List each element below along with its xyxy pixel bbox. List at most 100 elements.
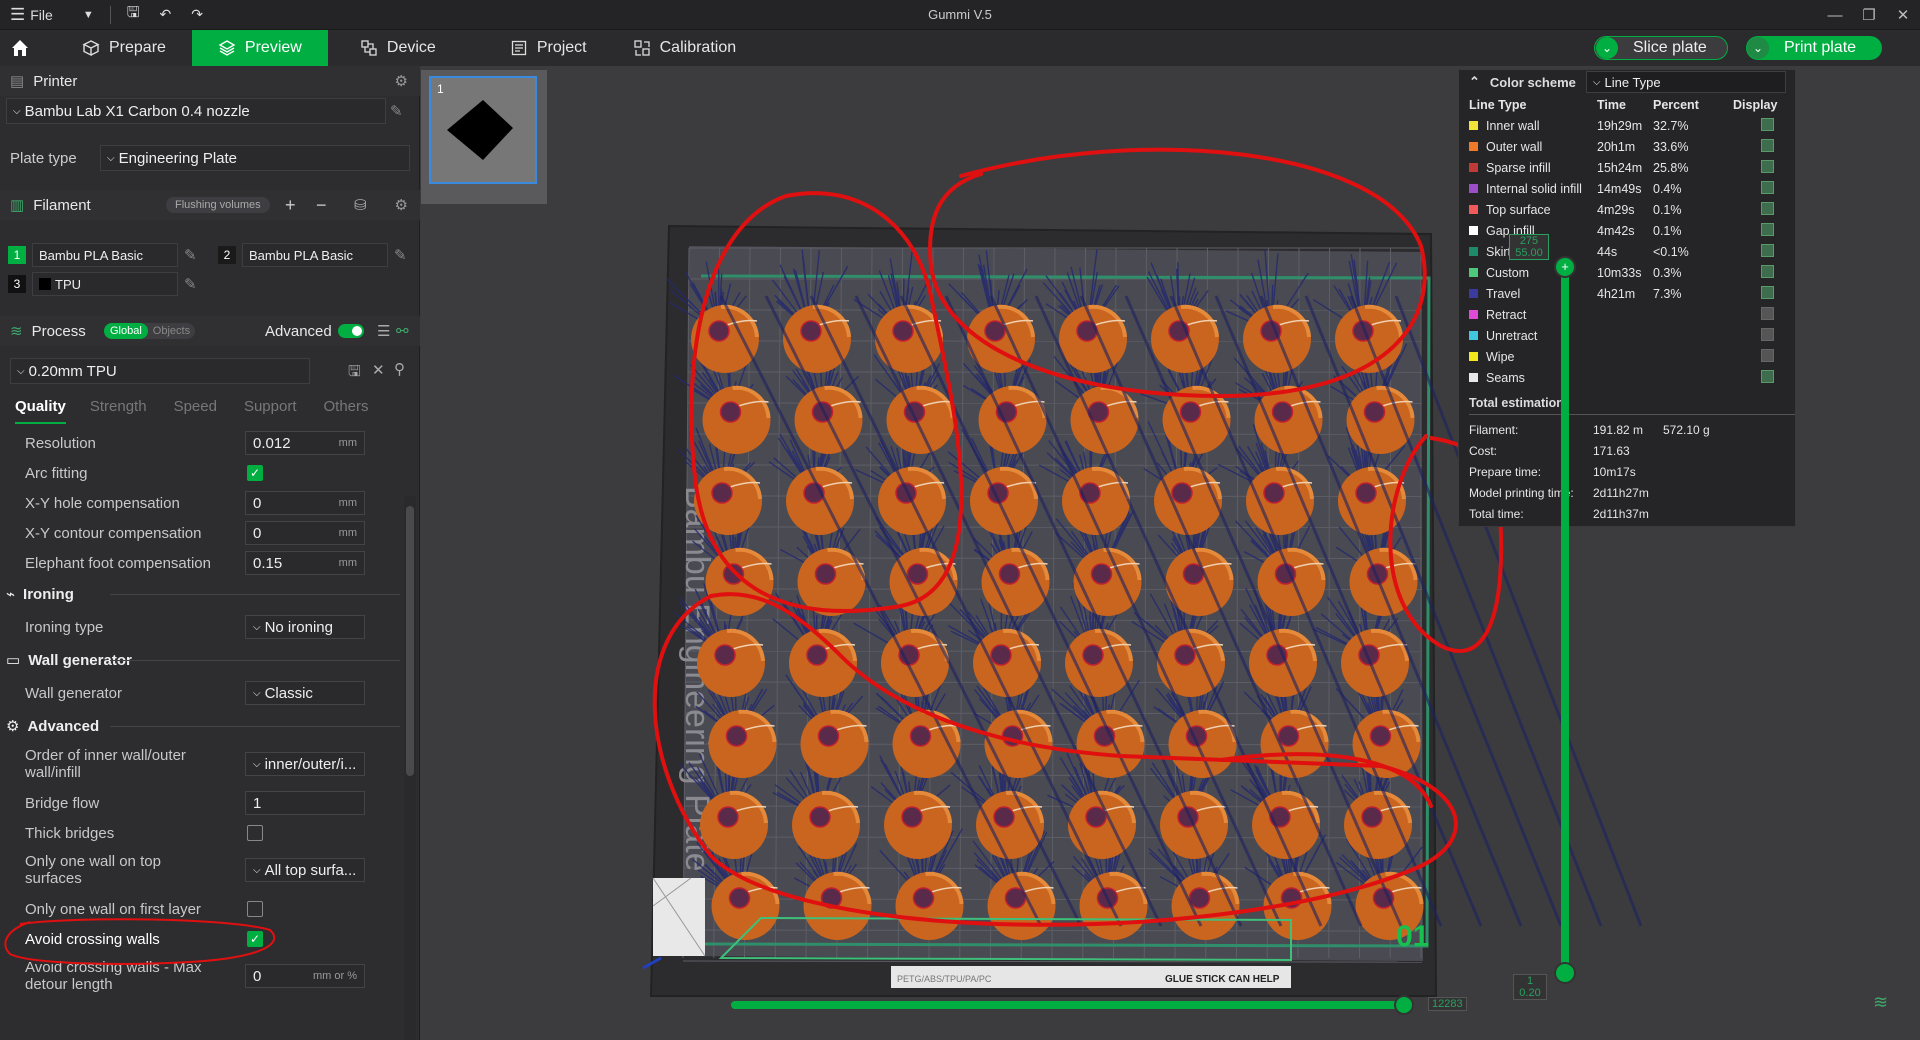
settings-scrollbar[interactable] [404,496,416,1040]
resolution-input[interactable]: 0.012 mm [245,431,365,455]
add-icon[interactable]: + [285,195,296,216]
display-cell [1733,115,1789,136]
close-icon[interactable]: ✕ [1886,0,1920,30]
display-checkbox[interactable] [1761,285,1774,299]
chevron-down-icon[interactable]: ⌄ [1747,37,1769,59]
chevron-down-icon[interactable]: ⌄ [1596,37,1618,59]
filament-2-name[interactable]: Bambu PLA Basic [242,243,388,267]
xy-contour-input[interactable]: 0 mm [245,521,365,545]
percent-cell: 33.6% [1653,139,1689,154]
tab-quality[interactable]: Quality [15,398,66,424]
arc-fitting-checkbox[interactable]: ✓ [247,465,263,481]
filament-1-name[interactable]: Bambu PLA Basic [32,243,178,267]
tab-device[interactable]: Device [342,30,454,66]
save-button[interactable]: 🖫 [117,0,150,30]
display-checkbox[interactable] [1761,264,1774,278]
close-icon[interactable]: ✕ [372,361,385,379]
tab-speed[interactable]: Speed [174,398,217,426]
sync-icon[interactable]: ⛁ [354,196,367,214]
compare-icon[interactable]: ⚯ [396,322,409,340]
home-button[interactable] [0,30,40,66]
tab-project[interactable]: Project [492,30,605,66]
display-checkbox[interactable] [1761,180,1774,194]
slider-track[interactable] [731,1001,1406,1009]
display-checkbox[interactable] [1761,201,1774,215]
edit-icon[interactable]: ✎ [184,275,197,293]
file-menu[interactable]: ☰ File ▼ [0,0,104,30]
display-checkbox[interactable] [1761,159,1774,173]
time-cell [1597,325,1653,346]
tab-preview[interactable]: Preview [191,30,328,66]
tab-support[interactable]: Support [244,398,297,426]
project-icon [511,40,526,56]
slider-track[interactable] [1561,264,1569,972]
scrollbar-thumb[interactable] [406,506,414,776]
display-checkbox[interactable] [1761,369,1774,383]
move-slider[interactable]: 12283 [728,994,1488,1018]
tab-others[interactable]: Others [324,398,369,426]
display-checkbox[interactable] [1761,243,1774,257]
gear-icon: ⚙ [6,718,20,735]
display-checkbox[interactable] [1761,138,1774,152]
one-wall-top-select[interactable]: ⌵ All top surfa... [245,858,365,882]
filament-3-name[interactable]: TPU [32,272,178,296]
gear-icon[interactable]: ⚙ [395,196,408,214]
save-preset-icon[interactable]: 🖫 [348,361,361,386]
edit-icon[interactable]: ✎ [394,246,407,264]
global-option[interactable]: Global [104,323,148,339]
print-plate-button[interactable]: ⌄ Print plate [1746,36,1882,60]
tab-prepare[interactable]: Prepare [64,30,184,66]
tab-calibration[interactable]: Calibration [615,30,754,66]
undo-button[interactable]: ↶ [149,0,181,30]
search-icon[interactable]: ⚲ [394,360,405,378]
wall-generator-select[interactable]: ⌵ Classic [245,681,365,705]
objects-option[interactable]: Objects [148,323,195,339]
slider-bottom-handle[interactable] [1554,962,1576,984]
filament-slot-1[interactable]: 1 Bambu PLA Basic ✎ [8,243,197,267]
display-checkbox[interactable] [1761,348,1774,362]
printer-preset-select[interactable]: ⌵ Bambu Lab X1 Carbon 0.4 nozzle [6,98,386,124]
display-checkbox[interactable] [1761,306,1774,320]
display-checkbox[interactable] [1761,327,1774,341]
gear-icon[interactable]: ⚙ [395,72,408,90]
move-value: 12283 [1428,997,1467,1011]
slider-handle[interactable] [1394,995,1414,1015]
legend-row[interactable]: Inner wall 19h29m 32.7% [1469,115,1789,136]
edit-icon[interactable]: ✎ [390,102,403,120]
restore-icon[interactable]: ❐ [1852,0,1886,30]
tab-strength[interactable]: Strength [90,398,147,426]
filament-slot-tpu[interactable]: 3 TPU ✎ [8,272,197,296]
color-scheme-select[interactable]: ⌵ Line Type [1585,71,1786,93]
elephant-foot-input[interactable]: 0.15 mm [245,551,365,575]
layers-icon[interactable]: ≋ [1873,992,1888,1013]
minimize-icon[interactable]: — [1818,0,1852,30]
global-objects-toggle[interactable]: Global Objects [104,323,196,339]
legend-row[interactable]: Outer wall 20h1m 33.6% [1469,136,1789,157]
redo-button[interactable]: ↷ [181,0,213,30]
ironing-type-select[interactable]: ⌵ No ironing [245,615,365,639]
display-checkbox[interactable] [1761,117,1774,131]
chevron-down-icon: ⌵ [13,105,21,117]
wall-order-select[interactable]: ⌵ inner/outer/i... [245,752,365,776]
thick-bridges-checkbox[interactable] [247,825,263,841]
layer-slider[interactable]: 275 55.00 + 1 0.20 [1508,166,1578,1000]
plate-type-label: Plate type [10,150,77,167]
bridge-flow-input[interactable]: 1 [245,791,365,815]
remove-icon[interactable]: − [316,195,327,216]
plate-type-value: Engineering Plate [118,149,238,167]
slice-plate-button[interactable]: ⌄ Slice plate [1594,36,1728,60]
display-checkbox[interactable] [1761,222,1774,236]
flushing-volumes-button[interactable]: Flushing volumes [166,197,270,213]
edit-icon[interactable]: ✎ [184,246,197,264]
slot-number: 3 [8,275,26,293]
process-section-title: Process [31,322,86,340]
advanced-toggle[interactable] [338,324,364,338]
collapse-icon[interactable]: ⌃ [1469,74,1480,90]
xy-hole-input[interactable]: 0 mm [245,491,365,515]
3d-preview-viewport[interactable]: 1 Bambu Engineering Plate GLUE STICK CAN … [421,66,1920,1040]
plate-type-select[interactable]: ⌵ Engineering Plate [100,145,410,171]
slider-top-handle[interactable]: + [1554,256,1576,278]
process-preset-select[interactable]: ⌵ 0.20mm TPU [10,358,310,384]
list-icon[interactable]: ☰ [377,322,390,340]
filament-slot-2[interactable]: 2 Bambu PLA Basic ✎ [218,243,407,267]
